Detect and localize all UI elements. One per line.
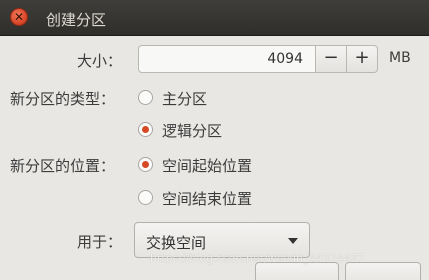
partition-type-label: 新分区的类型： bbox=[10, 90, 116, 108]
close-icon[interactable]: ✕ bbox=[10, 8, 28, 26]
increase-size-button[interactable]: + bbox=[347, 45, 378, 73]
size-label: 大小： bbox=[77, 52, 123, 70]
use-as-selected-value: 交换空间 bbox=[146, 234, 207, 252]
window-titlebar: ✕ 创建分区 bbox=[0, 0, 429, 36]
window-title: 创建分区 bbox=[46, 11, 107, 29]
size-unit: MB bbox=[389, 50, 411, 66]
start-of-space-label: 空间起始位置 bbox=[162, 157, 253, 175]
size-value: 4094 bbox=[267, 51, 303, 67]
primary-partition-radio[interactable] bbox=[138, 90, 153, 105]
primary-partition-label: 主分区 bbox=[162, 90, 208, 108]
logical-partition-radio[interactable] bbox=[138, 122, 153, 137]
logical-partition-label: 逻辑分区 bbox=[162, 122, 223, 140]
end-of-space-label: 空间结束位置 bbox=[162, 190, 253, 208]
size-input[interactable]: 4094 bbox=[138, 45, 316, 73]
end-of-space-radio[interactable] bbox=[138, 190, 153, 205]
start-of-space-radio[interactable] bbox=[138, 157, 153, 172]
use-as-label: 用于： bbox=[77, 233, 123, 251]
decrease-size-button[interactable]: − bbox=[316, 45, 347, 73]
partition-location-label: 新分区的位置： bbox=[10, 157, 116, 175]
dropdown-arrow-icon bbox=[288, 238, 298, 244]
watermark: https://blog.csdn.net/weixin_44324427 bbox=[150, 252, 365, 265]
